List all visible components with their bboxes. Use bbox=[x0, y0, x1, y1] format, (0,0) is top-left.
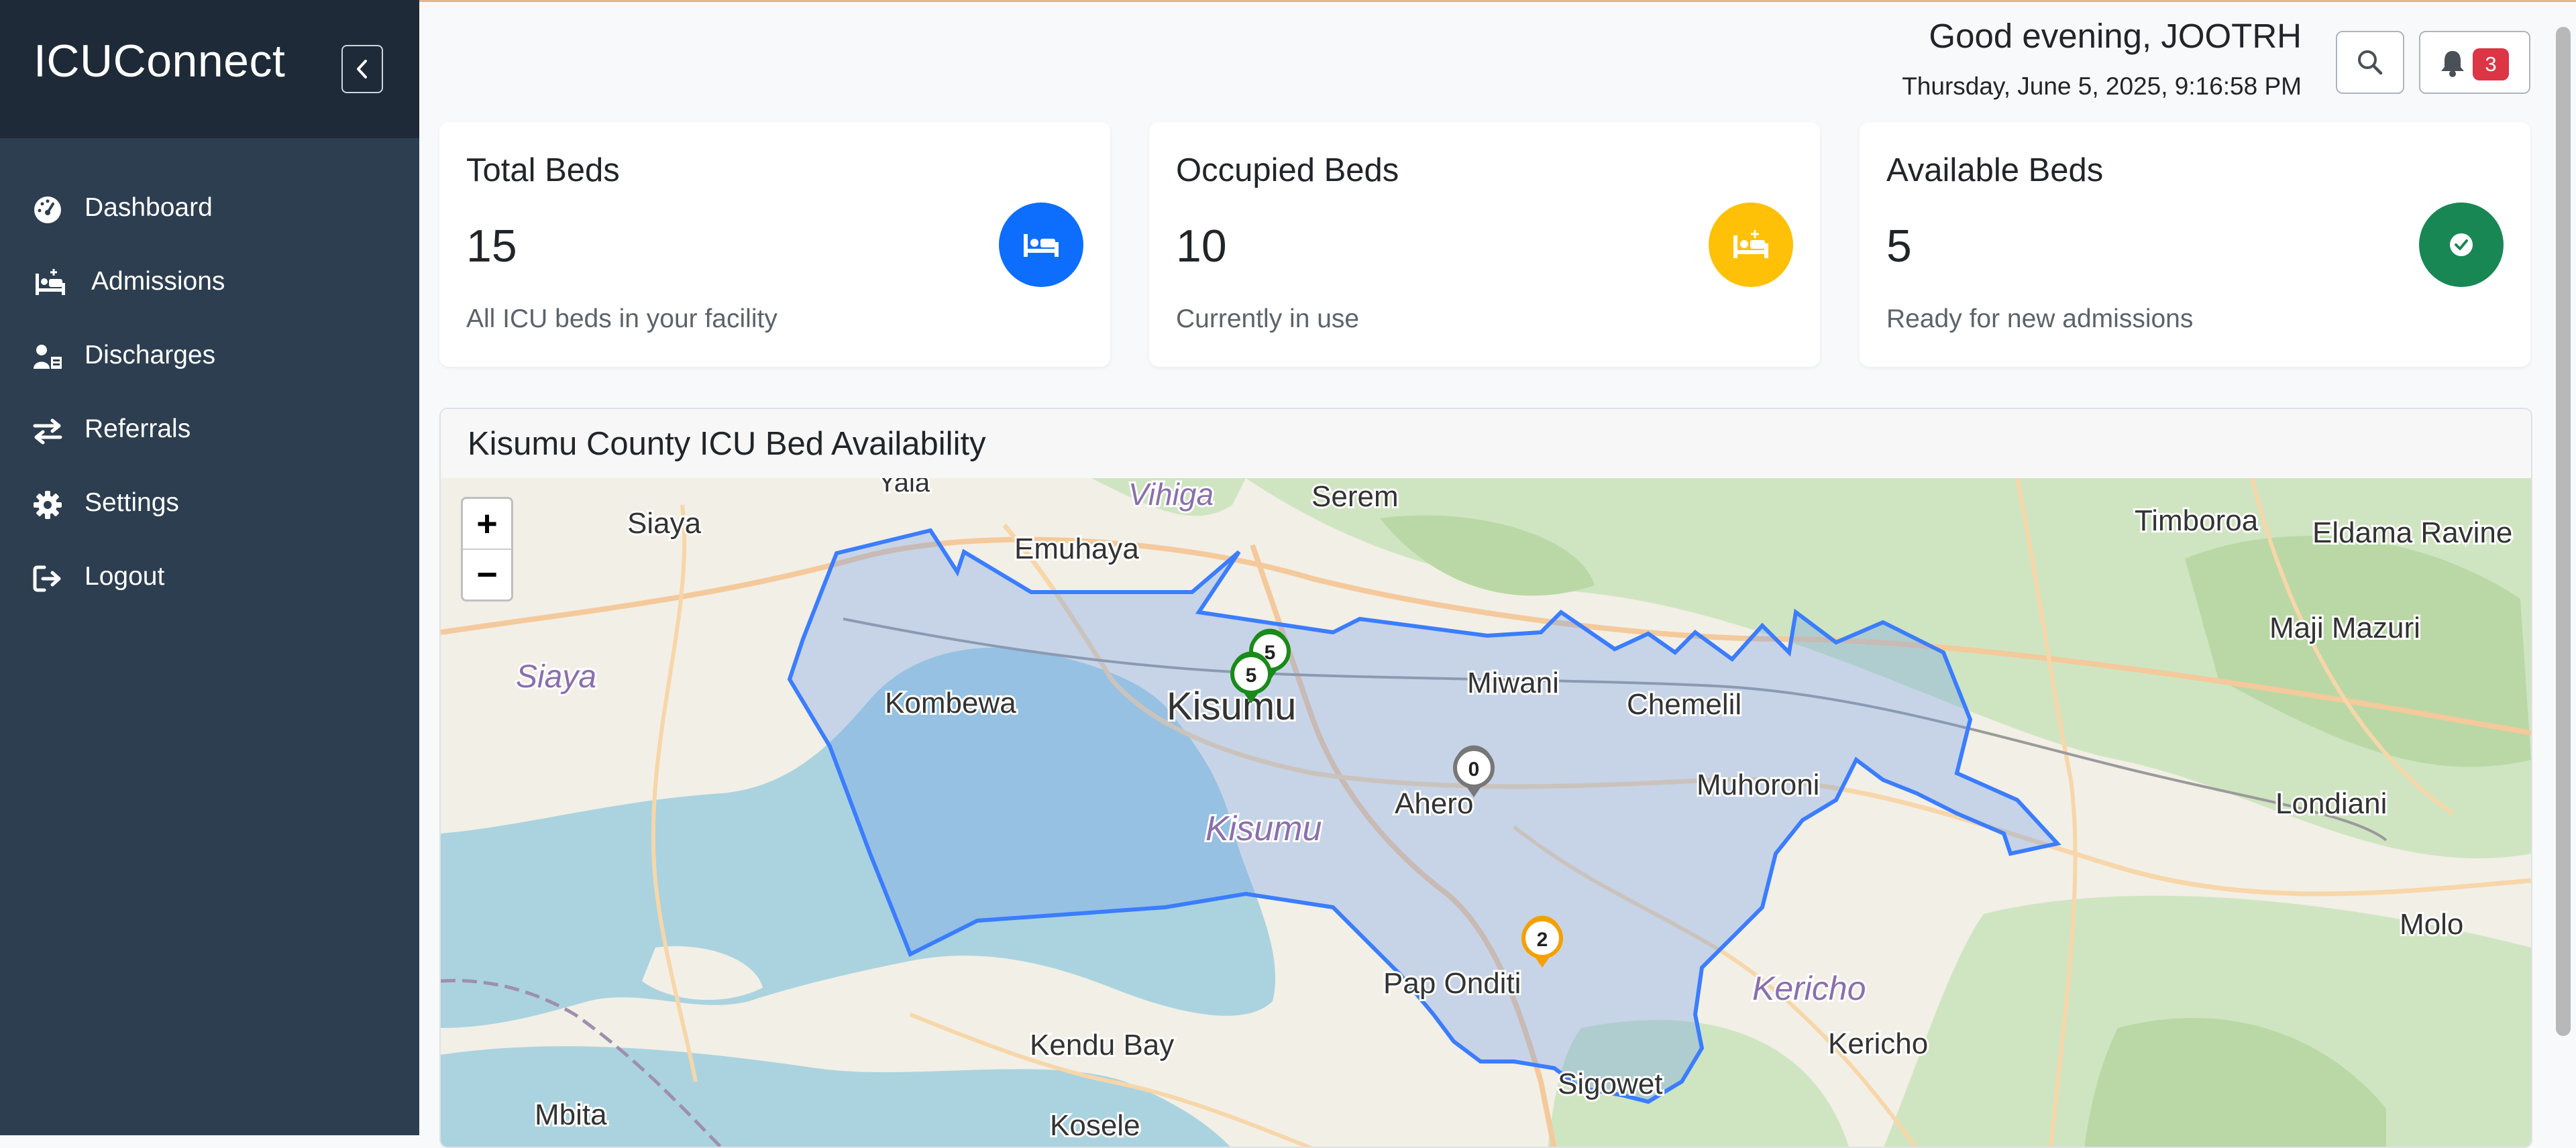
card-icon-circle bbox=[2419, 203, 2504, 287]
card-icon-circle bbox=[1709, 203, 1793, 287]
sidebar-item-label: Admissions bbox=[91, 267, 225, 296]
card-title: Available Beds bbox=[1886, 152, 2104, 188]
marker-label: 0 bbox=[1468, 758, 1480, 781]
place-kericho-county: Kericho bbox=[1752, 970, 1866, 1007]
bed-person-icon bbox=[36, 269, 65, 295]
place-pap-onditi: Pap Onditi bbox=[1383, 967, 1521, 1000]
place-londiani: Londiani bbox=[2275, 787, 2387, 820]
place-kisumu-city: Kisumu bbox=[1167, 685, 1296, 728]
bell-icon bbox=[2441, 51, 2464, 77]
zoom-in-button[interactable]: + bbox=[463, 499, 511, 550]
map-zoom-control: + − bbox=[461, 497, 513, 601]
sidebar-item-discharges[interactable]: Discharges bbox=[0, 327, 419, 388]
chevron-left-icon bbox=[357, 60, 367, 78]
page-scrollbar[interactable] bbox=[2556, 27, 2571, 1036]
sidebar-header: ICUConnect bbox=[0, 0, 419, 138]
place-muhoroni: Muhoroni bbox=[1697, 768, 1819, 801]
sidebar-item-dashboard[interactable]: Dashboard bbox=[0, 180, 419, 240]
sidebar: ICUConnect Dashboard Admissions Discharg… bbox=[0, 0, 419, 1135]
greeting-text: Good evening, JOOTRH bbox=[1929, 17, 2302, 55]
card-title: Total Beds bbox=[466, 152, 620, 188]
sidebar-item-referrals[interactable]: Referrals bbox=[0, 401, 419, 461]
bed-icon bbox=[1024, 234, 1059, 257]
check-circle-icon bbox=[2450, 233, 2473, 256]
exchange-arrows-icon bbox=[33, 418, 62, 445]
gear-icon bbox=[34, 491, 62, 519]
place-kosele: Kosele bbox=[1050, 1109, 1140, 1142]
place-timboroa: Timboroa bbox=[2135, 504, 2259, 537]
place-ahero: Ahero bbox=[1395, 787, 1473, 820]
sidebar-item-admissions[interactable]: Admissions bbox=[0, 253, 419, 314]
place-emuhaya: Emuhaya bbox=[1014, 532, 1139, 565]
card-value: 15 bbox=[466, 221, 517, 272]
place-serem: Serem bbox=[1311, 480, 1399, 513]
place-yala: Yala bbox=[878, 478, 930, 498]
place-sigowet: Sigowet bbox=[1558, 1068, 1663, 1100]
marker-label: 5 bbox=[1246, 665, 1257, 687]
map-view[interactable]: Yala Vihiga Serem Siaya Emuhaya Siaya Ko… bbox=[441, 478, 2531, 1148]
map-canvas[interactable]: Yala Vihiga Serem Siaya Emuhaya Siaya Ko… bbox=[441, 478, 2531, 1148]
occupied-bed-icon bbox=[1733, 230, 1768, 258]
notification-count-badge: 3 bbox=[2473, 48, 2509, 80]
sidebar-item-label: Settings bbox=[85, 488, 179, 517]
place-maji-mazuri: Maji Mazuri bbox=[2269, 612, 2420, 644]
search-button[interactable] bbox=[2336, 31, 2404, 94]
place-kisumu-county: Kisumu bbox=[1205, 809, 1322, 848]
sidebar-item-label: Dashboard bbox=[85, 193, 213, 222]
card-value: 10 bbox=[1176, 221, 1227, 272]
place-kendu-bay: Kendu Bay bbox=[1030, 1029, 1174, 1061]
card-icon-circle bbox=[999, 203, 1083, 287]
occupied-beds-card: Occupied Beds 10 Currently in use bbox=[1149, 122, 1820, 367]
card-value: 5 bbox=[1886, 221, 1912, 272]
card-title: Occupied Beds bbox=[1176, 152, 1399, 188]
logout-icon bbox=[33, 565, 61, 592]
user-discharge-icon bbox=[34, 345, 62, 369]
place-kombewa: Kombewa bbox=[885, 687, 1016, 720]
search-icon bbox=[2358, 50, 2383, 75]
sidebar-item-label: Logout bbox=[85, 562, 165, 591]
map-title: Kisumu County ICU Bed Availability bbox=[468, 426, 986, 462]
place-molo: Molo bbox=[2400, 908, 2463, 941]
sidebar-collapse-button[interactable] bbox=[341, 45, 383, 93]
notifications-button[interactable]: 3 bbox=[2419, 31, 2530, 94]
marker-label: 2 bbox=[1537, 929, 1548, 951]
place-chemelil: Chemelil bbox=[1627, 688, 1741, 721]
card-subtitle: Ready for new admissions bbox=[1886, 304, 2194, 333]
dashboard-gauge-icon bbox=[34, 196, 61, 223]
sidebar-item-label: Referrals bbox=[85, 414, 191, 443]
sidebar-item-label: Discharges bbox=[85, 341, 216, 369]
map-panel: Kisumu County ICU Bed Availability Yala … bbox=[439, 408, 2532, 1148]
available-beds-card: Available Beds 5 Ready for new admission… bbox=[1860, 122, 2530, 367]
place-siaya-county: Siaya bbox=[516, 659, 596, 695]
card-subtitle: Currently in use bbox=[1176, 304, 1360, 333]
card-subtitle: All ICU beds in your facility bbox=[466, 304, 777, 333]
place-mbita: Mbita bbox=[535, 1098, 607, 1131]
place-vihiga: Vihiga bbox=[1128, 478, 1214, 512]
zoom-out-button[interactable]: − bbox=[463, 550, 511, 599]
current-datetime: Thursday, June 5, 2025, 9:16:58 PM bbox=[1902, 72, 2302, 100]
total-beds-card: Total Beds 15 All ICU beds in your facil… bbox=[439, 122, 1110, 367]
place-kericho-town: Kericho bbox=[1828, 1027, 1928, 1060]
place-siaya-town: Siaya bbox=[627, 507, 702, 540]
place-eldama-ravine: Eldama Ravine bbox=[2312, 516, 2512, 549]
sidebar-item-logout[interactable]: Logout bbox=[0, 549, 419, 609]
sidebar-item-settings[interactable]: Settings bbox=[0, 475, 419, 535]
place-miwani: Miwani bbox=[1467, 667, 1559, 699]
brand-logo-text[interactable]: ICUConnect bbox=[34, 35, 285, 87]
map-panel-header: Kisumu County ICU Bed Availability bbox=[441, 409, 2531, 479]
